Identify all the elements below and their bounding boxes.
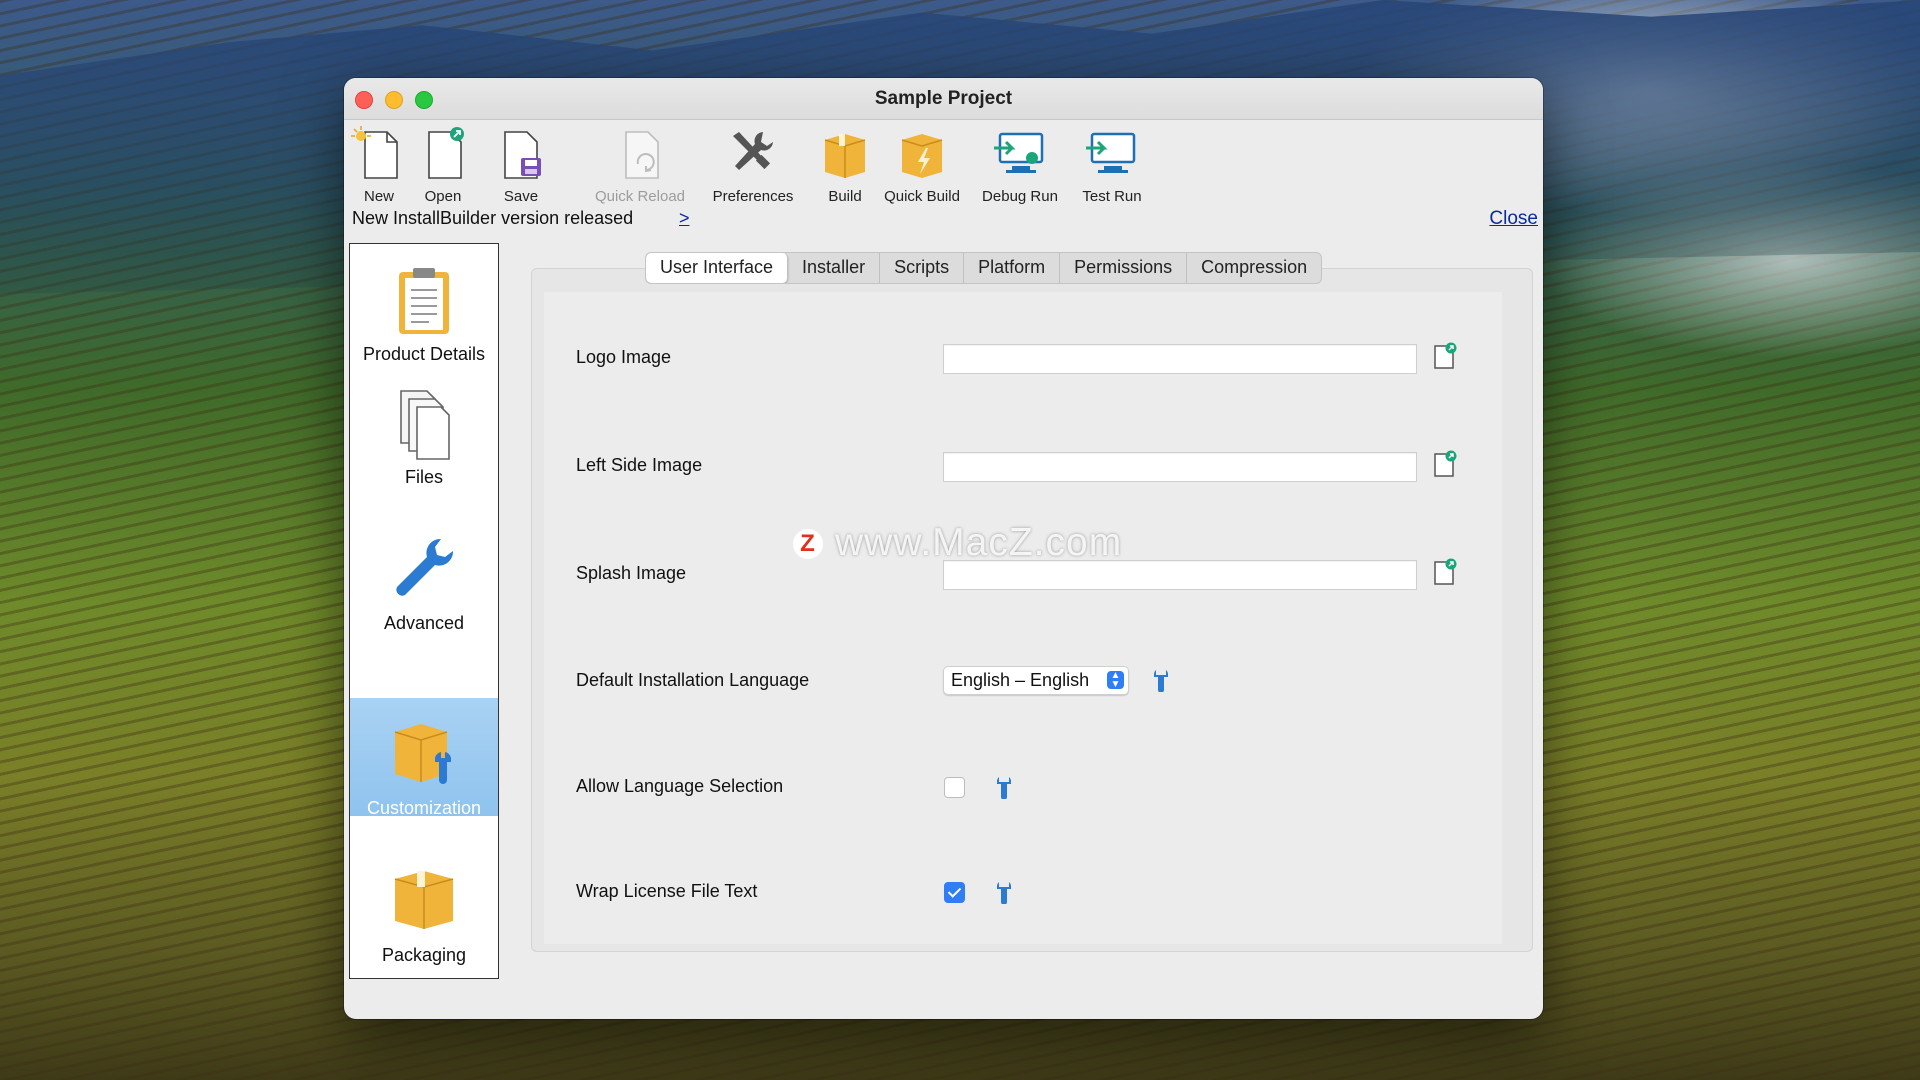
watermark: Zwww.MacZ.com bbox=[793, 521, 1122, 565]
build-button[interactable]: Build bbox=[810, 126, 880, 205]
update-notice: New InstallBuilder version released bbox=[352, 208, 634, 228]
allow-language-selection-checkbox[interactable] bbox=[944, 777, 965, 798]
save-label: Save bbox=[503, 188, 539, 205]
watermark-text: www.MacZ.com bbox=[835, 521, 1123, 564]
wrench-icon bbox=[389, 533, 459, 609]
sidebar-item-label: Advanced bbox=[383, 613, 465, 633]
sidebar-item-label: Files bbox=[404, 467, 443, 487]
sidebar-item-label: Customization bbox=[366, 798, 482, 818]
open-file-icon bbox=[413, 126, 473, 182]
sidebar-item-files[interactable]: Files bbox=[350, 367, 498, 487]
open-button[interactable]: Open bbox=[413, 126, 473, 205]
test-run-button[interactable]: Test Run bbox=[1062, 126, 1162, 205]
logo-image-browse-icon[interactable] bbox=[1432, 342, 1458, 370]
wrap-license-checkbox[interactable] bbox=[944, 882, 965, 903]
left-side-image-browse-icon[interactable] bbox=[1432, 450, 1458, 478]
title-bar: Sample Project bbox=[344, 78, 1543, 120]
update-notice-link[interactable]: > bbox=[679, 208, 690, 229]
new-file-icon bbox=[349, 126, 409, 182]
quick-build-label: Quick Build bbox=[884, 188, 960, 205]
sidebar-item-packaging[interactable]: Packaging bbox=[350, 845, 498, 965]
close-notice-link[interactable]: Close bbox=[1489, 208, 1538, 230]
open-label: Open bbox=[424, 188, 462, 205]
sidebar: Product Details Files Advanced Customiza… bbox=[349, 243, 499, 979]
files-icon bbox=[389, 387, 459, 463]
reload-icon bbox=[610, 126, 670, 182]
splash-image-label: Splash Image bbox=[576, 563, 687, 583]
quick-build-button[interactable]: Quick Build bbox=[872, 126, 972, 205]
allow-language-selection-wrench-icon[interactable] bbox=[995, 775, 1013, 800]
wrap-license-label: Wrap License File Text bbox=[576, 881, 758, 901]
allow-language-selection-label: Allow Language Selection bbox=[576, 776, 784, 796]
left-side-image-label: Left Side Image bbox=[576, 455, 703, 475]
save-icon bbox=[491, 126, 551, 182]
test-monitor-icon bbox=[1082, 126, 1142, 182]
default-language-wrench-icon[interactable] bbox=[1152, 668, 1170, 693]
box-wrench-icon bbox=[389, 718, 459, 794]
tab-scripts[interactable]: Scripts bbox=[880, 253, 965, 283]
logo-image-label: Logo Image bbox=[576, 347, 672, 367]
user-interface-panel: Logo Image Left Side Image Splash Image … bbox=[544, 292, 1502, 944]
debug-run-label: Debug Run bbox=[982, 188, 1058, 205]
new-button[interactable]: New bbox=[349, 126, 409, 205]
sidebar-item-label: Packaging bbox=[381, 945, 467, 965]
sidebar-item-label: Product Details bbox=[362, 344, 486, 364]
sidebar-item-product-details[interactable]: Product Details bbox=[350, 244, 498, 364]
box-icon bbox=[815, 126, 875, 182]
tab-installer[interactable]: Installer bbox=[788, 253, 881, 283]
preferences-button[interactable]: Preferences bbox=[703, 126, 803, 205]
chevron-updown-icon: ▲ ▼ bbox=[1107, 671, 1124, 690]
toolbar: New Open Save Quick Reload Preferences B… bbox=[344, 126, 1543, 218]
test-run-label: Test Run bbox=[1082, 188, 1142, 205]
default-language-label: Default Installation Language bbox=[576, 670, 810, 690]
build-label: Build bbox=[828, 188, 862, 205]
default-language-select[interactable]: English – English ▲ ▼ bbox=[943, 666, 1129, 695]
left-side-image-input[interactable] bbox=[943, 452, 1417, 482]
quick-reload-label: Quick Reload bbox=[594, 188, 686, 205]
tools-icon bbox=[723, 126, 783, 182]
debug-monitor-icon bbox=[990, 126, 1050, 182]
tab-permissions[interactable]: Permissions bbox=[1060, 253, 1188, 283]
debug-run-button[interactable]: Debug Run bbox=[970, 126, 1070, 205]
sidebar-item-advanced[interactable]: Advanced bbox=[350, 513, 498, 633]
tab-compression[interactable]: Compression bbox=[1187, 253, 1321, 283]
splash-image-browse-icon[interactable] bbox=[1432, 558, 1458, 586]
watermark-badge: Z bbox=[793, 529, 823, 559]
clipboard-icon bbox=[389, 264, 459, 340]
quick-reload-button[interactable]: Quick Reload bbox=[590, 126, 690, 205]
box-icon bbox=[389, 865, 459, 941]
wrap-license-wrench-icon[interactable] bbox=[995, 880, 1013, 905]
quick-build-icon bbox=[892, 126, 952, 182]
sidebar-item-customization[interactable]: Customization bbox=[350, 698, 498, 818]
window-title: Sample Project bbox=[874, 88, 1013, 109]
save-button[interactable]: Save bbox=[491, 126, 551, 205]
preferences-label: Preferences bbox=[712, 188, 794, 205]
default-language-value: English – English bbox=[951, 670, 1090, 690]
tab-user-interface[interactable]: User Interface bbox=[646, 253, 789, 283]
new-label: New bbox=[363, 188, 394, 205]
tab-platform[interactable]: Platform bbox=[964, 253, 1061, 283]
tab-bar: User Interface Installer Scripts Platfor… bbox=[645, 252, 1323, 284]
logo-image-input[interactable] bbox=[943, 344, 1417, 374]
